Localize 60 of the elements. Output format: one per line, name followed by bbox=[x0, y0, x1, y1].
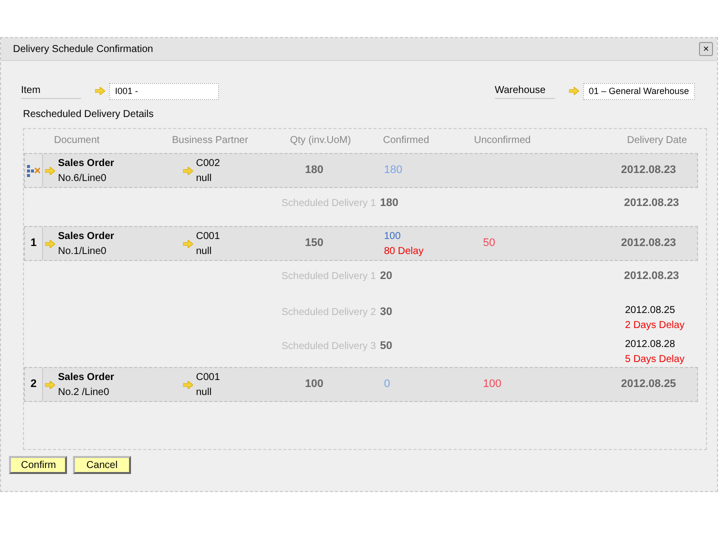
partner-name: null bbox=[196, 244, 213, 258]
close-button[interactable]: × bbox=[699, 42, 713, 56]
quantity: 180 bbox=[380, 196, 398, 209]
partner-code: C002 bbox=[196, 156, 220, 170]
quantity: 50 bbox=[380, 340, 392, 352]
row-number: 2 bbox=[30, 377, 37, 392]
arrow-icon bbox=[183, 240, 193, 248]
dialog-button[interactable]: Confirm bbox=[9, 456, 67, 474]
delivery-date: 2012.08.23 bbox=[624, 270, 680, 282]
arrow-icon bbox=[568, 87, 579, 95]
quantity: 150 bbox=[305, 237, 324, 250]
document-type: Sales Order bbox=[58, 156, 114, 170]
row-number: 1 bbox=[30, 236, 37, 252]
document-type: Sales Order bbox=[58, 370, 114, 384]
partner-name: null bbox=[196, 172, 213, 186]
arrow-icon bbox=[95, 87, 105, 95]
column-header: Unconfirmed bbox=[473, 134, 532, 148]
confirmed-quantity: 180 bbox=[384, 163, 404, 178]
partner-name: null bbox=[196, 386, 213, 400]
column-header: Delivery Date bbox=[626, 134, 688, 148]
column-header: Document bbox=[53, 134, 101, 148]
document-number: No.1/Line0 bbox=[58, 244, 108, 258]
delay-text: 80 Delay bbox=[384, 244, 424, 258]
arrow-icon bbox=[45, 166, 55, 174]
unconfirmed-quantity: 50 bbox=[483, 237, 496, 250]
field-label: Item bbox=[21, 83, 81, 99]
delivery-date: 2012.08.25 bbox=[621, 378, 676, 390]
column-header: Qty (inv.UoM) bbox=[289, 134, 352, 148]
input-field[interactable]: 01 – General Warehouse bbox=[582, 82, 695, 100]
quantity: 20 bbox=[380, 270, 392, 282]
confirmed-quantity: 0 bbox=[384, 377, 392, 392]
partner-code: C001 bbox=[196, 370, 220, 384]
delivery-date: 2012.08.25 bbox=[625, 304, 676, 318]
window-title: Delivery Schedule Confirmation bbox=[13, 42, 154, 56]
arrow-icon bbox=[183, 380, 193, 388]
document-number: No.2 /Line0 bbox=[58, 386, 110, 400]
dialog-button[interactable]: Cancel bbox=[73, 456, 131, 474]
delay-text: 5 Days Delay bbox=[625, 353, 686, 367]
schedule-icon bbox=[27, 164, 40, 176]
quantity: 180 bbox=[305, 164, 324, 176]
document-number: No.6/Line0 bbox=[58, 172, 108, 186]
field-label: Warehouse bbox=[494, 83, 555, 99]
unconfirmed-quantity: 100 bbox=[483, 378, 502, 390]
column-header: Business Partner bbox=[172, 134, 250, 148]
delivery-date: 2012.08.23 bbox=[621, 164, 676, 176]
arrow-icon bbox=[45, 240, 55, 248]
delay-text: 2 Days Delay bbox=[625, 319, 686, 333]
delivery-date: 2012.08.23 bbox=[621, 237, 676, 250]
document-type: Sales Order bbox=[58, 230, 114, 244]
confirmed-quantity: 100 bbox=[384, 230, 402, 244]
delivery-date: 2012.08.28 bbox=[625, 338, 676, 352]
delivery-date: 2012.08.23 bbox=[624, 196, 680, 209]
arrow-icon bbox=[45, 380, 55, 388]
partner-code: C001 bbox=[196, 230, 220, 244]
quantity: 30 bbox=[380, 306, 392, 318]
arrow-icon bbox=[183, 166, 193, 174]
quantity: 100 bbox=[305, 378, 324, 390]
input-field[interactable]: I001 - bbox=[109, 82, 219, 100]
column-header: Confirmed bbox=[382, 134, 430, 148]
section-title: Rescheduled Delivery Details bbox=[22, 108, 155, 122]
